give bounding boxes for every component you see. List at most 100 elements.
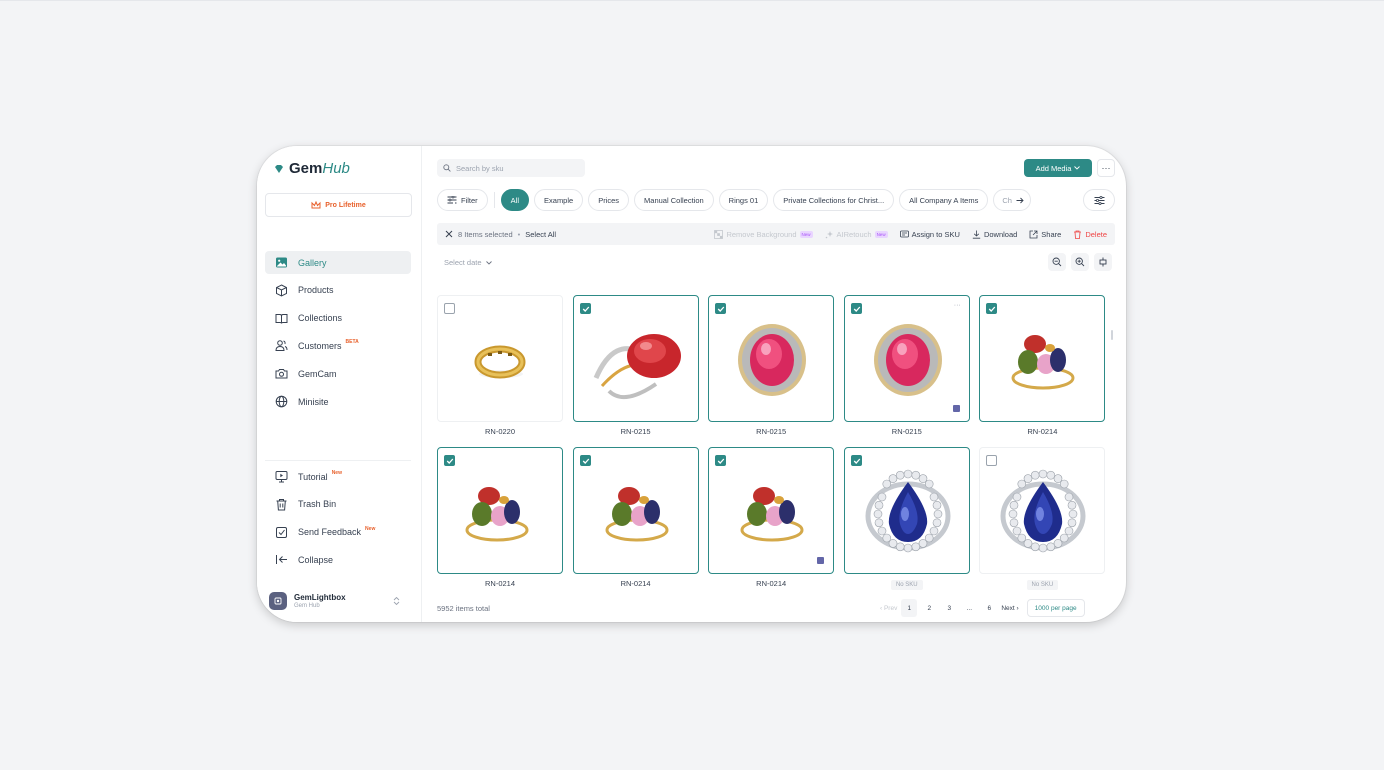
sidebar-item-gemcam[interactable]: GemCam bbox=[265, 362, 411, 385]
delete-button[interactable]: Delete bbox=[1073, 230, 1107, 239]
chip-private-collections-for-christ[interactable]: Private Collections for Christ... bbox=[773, 189, 895, 211]
zoom-in-button[interactable] bbox=[1071, 253, 1089, 271]
jewelry-photo bbox=[740, 487, 804, 542]
share-button[interactable]: Share bbox=[1029, 230, 1061, 239]
sidebar-item-collapse[interactable]: Collapse bbox=[265, 548, 411, 571]
gallery-item[interactable]: ··· bbox=[843, 295, 970, 422]
gallery-item[interactable] bbox=[708, 447, 835, 574]
sidebar-item-label: Gallery bbox=[298, 257, 327, 268]
page-1[interactable]: 1 bbox=[901, 599, 918, 617]
gallery-item[interactable] bbox=[979, 447, 1106, 574]
search-icon bbox=[443, 164, 451, 172]
chip-manual-collection[interactable]: Manual Collection bbox=[634, 189, 714, 211]
sidebar-item-customers[interactable]: Customers BETA bbox=[265, 334, 411, 357]
select-checkbox[interactable] bbox=[850, 455, 862, 466]
page-ellipsis[interactable]: ... bbox=[961, 599, 977, 617]
date-select[interactable]: Select date bbox=[444, 258, 492, 267]
gallery-item[interactable] bbox=[572, 447, 699, 574]
page-6[interactable]: 6 bbox=[981, 599, 997, 617]
play-icon bbox=[275, 471, 288, 483]
search-input[interactable]: Search by sku bbox=[437, 159, 585, 177]
select-checkbox[interactable] bbox=[579, 303, 591, 314]
filter-button[interactable]: Filter bbox=[437, 189, 488, 211]
fit-view-button[interactable] bbox=[1094, 253, 1112, 271]
assign-sku-button[interactable]: Assign to SKU bbox=[899, 230, 960, 239]
close-icon[interactable] bbox=[445, 230, 453, 238]
scrollbar-thumb[interactable] bbox=[1111, 330, 1113, 340]
download-label: Download bbox=[983, 229, 1018, 239]
store-icon bbox=[274, 597, 282, 605]
sidebar-item-minisite[interactable]: Minisite bbox=[265, 390, 411, 413]
nav-tag-badge: New bbox=[331, 470, 342, 476]
gallery-item[interactable] bbox=[979, 295, 1106, 422]
gallery-item[interactable] bbox=[843, 447, 970, 574]
items-total: 5952 items total bbox=[437, 604, 490, 613]
gemhub-logo[interactable]: Gem Hub bbox=[274, 160, 350, 177]
select-checkbox[interactable] bbox=[986, 455, 998, 466]
chevron-down-icon bbox=[485, 260, 492, 265]
prev-page-button[interactable]: ‹ Prev bbox=[880, 599, 897, 617]
sidebar-item-products[interactable]: Products bbox=[265, 279, 411, 302]
per-page-select[interactable]: 1000 per page bbox=[1026, 599, 1085, 617]
sliders-icon bbox=[1094, 195, 1104, 205]
chip-divider bbox=[493, 192, 495, 208]
chip-settings-button[interactable] bbox=[1083, 189, 1115, 211]
select-checkbox[interactable] bbox=[579, 455, 591, 466]
more-options-button[interactable]: ··· bbox=[1097, 159, 1115, 177]
edited-badge-icon bbox=[952, 405, 960, 412]
arrow-right-icon[interactable] bbox=[1016, 197, 1024, 204]
zoom-out-icon bbox=[1052, 257, 1062, 267]
chip-rings-01[interactable]: Rings 01 bbox=[718, 189, 769, 211]
sidebar-item-label: Tutorial bbox=[298, 471, 328, 482]
remove-background-button[interactable]: Remove Background New bbox=[714, 230, 813, 239]
chip-overflow-label: Ch bbox=[1002, 195, 1012, 205]
sidebar-item-label: Collapse bbox=[298, 554, 334, 565]
gallery-item[interactable] bbox=[437, 447, 563, 574]
account-switcher[interactable]: GemLightbox Gem Hub bbox=[269, 590, 409, 612]
chip-prices[interactable]: Prices bbox=[588, 189, 630, 211]
check-icon bbox=[446, 458, 454, 464]
select-checkbox[interactable] bbox=[850, 303, 862, 314]
sidebar-item-send-feedback[interactable]: Send Feedback New bbox=[265, 521, 411, 544]
zoom-out-button[interactable] bbox=[1048, 253, 1066, 271]
page-2[interactable]: 2 bbox=[921, 599, 937, 617]
gallery-item[interactable] bbox=[437, 295, 563, 422]
pro-lifetime-badge[interactable]: Pro Lifetime bbox=[265, 193, 412, 217]
sidebar-item-trash-bin[interactable]: Trash Bin bbox=[265, 493, 411, 516]
add-media-button[interactable]: Add Media bbox=[1024, 159, 1092, 177]
airetouch-button[interactable]: AIRetouch New bbox=[825, 230, 888, 239]
chip-example[interactable]: Example bbox=[534, 189, 584, 211]
sidebar-item-label: Customers bbox=[298, 340, 342, 351]
select-checkbox[interactable] bbox=[444, 303, 455, 314]
account-name: GemLightbox bbox=[294, 593, 346, 602]
search-placeholder: Search by sku bbox=[456, 163, 504, 173]
select-checkbox[interactable] bbox=[715, 303, 727, 314]
sidebar-item-label: Minisite bbox=[298, 396, 329, 407]
chip-overflow[interactable]: Ch bbox=[993, 189, 1031, 211]
camera-icon bbox=[275, 369, 288, 379]
select-checkbox[interactable] bbox=[444, 455, 455, 466]
page-3[interactable]: 3 bbox=[941, 599, 957, 617]
download-button[interactable]: Download bbox=[972, 230, 1017, 239]
fit-icon bbox=[1099, 257, 1107, 267]
sidebar-item-collections[interactable]: Collections bbox=[265, 307, 411, 330]
sidebar-item-label: Products bbox=[298, 285, 334, 296]
next-page-button[interactable]: Next › bbox=[1001, 599, 1018, 617]
sku-label: No SKU bbox=[979, 579, 1105, 590]
select-all-button[interactable]: Select All bbox=[525, 230, 556, 239]
select-checkbox[interactable] bbox=[986, 303, 998, 314]
sidebar-item-gallery[interactable]: Gallery bbox=[265, 251, 411, 274]
jewelry-photo bbox=[865, 469, 951, 553]
select-checkbox[interactable] bbox=[715, 455, 727, 466]
dot-separator: • bbox=[517, 229, 521, 239]
chip-all-company-a-items[interactable]: All Company A Items bbox=[899, 189, 989, 211]
gallery-item[interactable] bbox=[708, 295, 835, 422]
globe-icon bbox=[275, 395, 288, 408]
airetouch-label: AIRetouch bbox=[836, 229, 872, 239]
chip-all[interactable]: All bbox=[500, 189, 530, 211]
jewelry-photo bbox=[474, 345, 526, 379]
account-subtitle: Gem Hub bbox=[294, 603, 320, 609]
item-more-icon[interactable]: ··· bbox=[954, 302, 961, 309]
sidebar-item-tutorial[interactable]: Tutorial New bbox=[265, 465, 411, 488]
gallery-item[interactable] bbox=[572, 295, 699, 422]
